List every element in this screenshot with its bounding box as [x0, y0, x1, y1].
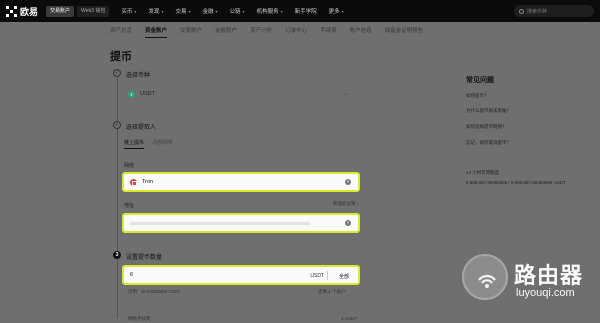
tab-reserve-report[interactable]: 储备金证明报告 — [385, 22, 424, 40]
step-3-label: 设置提币数量 — [126, 255, 163, 261]
logo[interactable]: 欧易 — [6, 5, 38, 18]
tab-onchain[interactable]: 链上提币 — [124, 139, 145, 149]
network-select[interactable]: Tron × — [122, 172, 360, 192]
usdt-icon: ₮ — [128, 90, 135, 98]
tron-icon — [130, 178, 137, 186]
main-menu: 买币 ▾ 发现 ▾ 交易 ▾ 金融 ▾ 公链 ▾ 机构服务 ▾ 新手学院 更多 ▾ — [121, 7, 355, 16]
menu-item-institution[interactable]: 机构服务 ▾ — [257, 7, 283, 16]
address-label: 地址 — [124, 203, 135, 209]
logo-text: 欧易 — [20, 6, 39, 17]
chevron-down-icon: ▾ — [161, 8, 164, 14]
faq-link[interactable]: 如何选择提币网络？ — [466, 124, 507, 130]
faq-link[interactable]: 忘记，如何取消提币？ — [466, 140, 511, 146]
top-nav: 欧易 交易账户 Web3 钱包 买币 ▾ 发现 ▾ 交易 ▾ 金融 ▾ 公链 ▾ 机构服务… — [0, 0, 600, 22]
daily-limit-label: 24 小时可用额度 — [466, 170, 500, 175]
amount-input[interactable]: 6 USDT 全部 — [122, 265, 360, 285]
daily-limit-value: 9,995,887.99384996 / 9,995,887.99384996 … — [466, 180, 566, 185]
chevron-down-icon: ▾ — [341, 8, 344, 14]
exchange-account-button[interactable]: 交易账户 — [46, 5, 75, 17]
chevron-down-icon: ▾ — [215, 8, 218, 14]
watermark-text: 路由器 — [514, 263, 584, 288]
search-placeholder: 搜索币种 — [527, 8, 548, 15]
watermark: 路由器 luyouqi.com — [462, 250, 598, 316]
search-icon — [519, 8, 524, 14]
faq-link[interactable]: 如何提币？ — [466, 93, 489, 99]
chevron-down-icon: ▾ — [280, 8, 283, 14]
tab-order-center[interactable]: 订单中心 — [285, 22, 307, 40]
step-rail — [117, 78, 118, 318]
address-input[interactable]: × — [122, 213, 360, 233]
menu-item-chain[interactable]: 公链 ▾ — [230, 7, 245, 16]
max-button[interactable]: 全部 — [339, 273, 349, 280]
clear-icon[interactable]: × — [345, 220, 351, 226]
menu-item-discover[interactable]: 发现 ▾ — [148, 7, 164, 16]
available-balance: 可用 18.93093968 USDT — [128, 289, 181, 294]
amount-value: 6 — [130, 272, 134, 278]
faq-link[interactable]: 为什么提币尚未到账？ — [466, 108, 511, 114]
account-tabs: 资产总览 资金账户 交易账户 金融账户 资产分析 订单中心 手续费 账户信息 储… — [0, 22, 600, 40]
menu-item-more[interactable]: 更多 ▾ — [329, 7, 344, 16]
menu-item-academy[interactable]: 新手学院 — [295, 7, 317, 15]
logo-icon — [6, 5, 17, 17]
tab-overview[interactable]: 资产总览 — [110, 22, 132, 40]
divider — [327, 271, 328, 280]
tab-internal[interactable]: 内部转账 — [153, 139, 173, 149]
fee-value: 1 USDT — [341, 316, 358, 321]
remaining-accounts[interactable]: 还剩 1 个账户 — [318, 289, 346, 295]
tab-fees[interactable]: 手续费 — [320, 22, 337, 40]
search-input[interactable]: 搜索币种 — [514, 5, 594, 17]
address-value-redacted — [130, 221, 310, 225]
page-title: 提币 — [110, 51, 132, 63]
menu-item-finance[interactable]: 金融 ▾ — [203, 7, 218, 16]
tab-funding-account[interactable]: 资金账户 — [145, 22, 168, 40]
network-label: 网络 — [124, 163, 135, 169]
step-1-label: 选择币种 — [126, 73, 151, 79]
clear-icon[interactable]: × — [345, 179, 351, 185]
manage-address-link[interactable]: 管理地址簿 › — [333, 201, 358, 207]
chevron-down-icon: ⌄ — [343, 91, 348, 97]
step-1-check-icon: ✓ — [113, 69, 121, 77]
chevron-down-icon: ▾ — [134, 8, 137, 14]
network-value: Tron — [142, 179, 154, 185]
step-2-label: 选择提取人 — [126, 125, 157, 131]
tab-account-info[interactable]: 账户信息 — [350, 22, 372, 40]
chevron-down-icon: ▾ — [242, 8, 245, 14]
chevron-down-icon: ▾ — [188, 8, 191, 14]
step-2-check-icon: ✓ — [113, 121, 121, 129]
coin-value: USDT — [140, 91, 155, 97]
tab-finance-account[interactable]: 金融账户 — [215, 22, 237, 40]
menu-item-buy[interactable]: 买币 ▾ — [121, 7, 137, 16]
menu-item-trade[interactable]: 交易 ▾ — [175, 7, 191, 16]
coin-select[interactable]: ₮ USDT ⌄ — [128, 86, 358, 102]
withdraw-method-tabs: 链上提币 内部转账 — [124, 139, 182, 149]
tab-asset-analysis[interactable]: 资产分析 — [250, 22, 272, 40]
fee-label: 网络手续费 — [128, 316, 151, 321]
tab-trading-account[interactable]: 交易账户 — [180, 22, 202, 40]
router-logo-icon — [462, 254, 508, 300]
faq-title: 常见问题 — [466, 77, 494, 84]
watermark-url: luyouqi.com — [516, 287, 575, 299]
web3-wallet-button[interactable]: Web3 钱包 — [77, 5, 110, 17]
amount-unit: USDT — [310, 273, 324, 279]
step-3-number: 3 — [113, 251, 121, 259]
